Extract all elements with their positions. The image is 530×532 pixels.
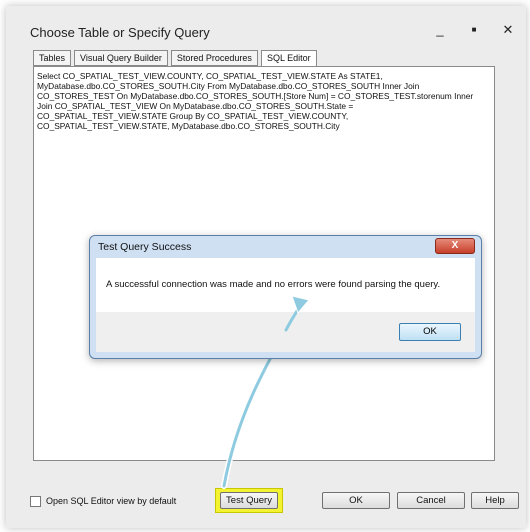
dialog-close-button[interactable]: X (435, 238, 475, 254)
tab-bar: Tables Visual Query Builder Stored Proce… (33, 50, 317, 67)
close-button[interactable]: ✕ (502, 22, 514, 38)
ok-button[interactable]: OK (322, 492, 390, 509)
tab-tables[interactable]: Tables (33, 50, 72, 66)
dialog-body: A successful connection was made and no … (96, 258, 475, 312)
help-button[interactable]: Help (471, 492, 519, 509)
maximize-button[interactable]: ■ (468, 22, 480, 38)
footer-bar: Open SQL Editor view by default Test Que… (26, 488, 522, 513)
dialog-button-area: OK (96, 312, 475, 352)
minimize-button[interactable]: _ (434, 22, 446, 38)
window-title: Choose Table or Specify Query (30, 25, 210, 40)
test-query-success-dialog: Test Query Success X A successful connec… (89, 235, 482, 359)
dialog-ok-button[interactable]: OK (399, 323, 461, 341)
dialog-title: Test Query Success (98, 241, 192, 253)
checkbox-label: Open SQL Editor view by default (46, 496, 177, 506)
tab-stored-procedures[interactable]: Stored Procedures (170, 50, 258, 66)
cancel-button[interactable]: Cancel (397, 492, 465, 509)
tab-sql-editor[interactable]: SQL Editor (260, 50, 317, 67)
dialog-message: A successful connection was made and no … (106, 279, 441, 290)
open-sql-editor-checkbox[interactable] (30, 496, 41, 507)
test-query-button[interactable]: Test Query (220, 492, 278, 509)
title-bar: Choose Table or Specify Query _ ■ ✕ (26, 22, 520, 42)
tab-visual-query-builder[interactable]: Visual Query Builder (74, 50, 168, 66)
test-query-highlight: Test Query (215, 488, 283, 513)
